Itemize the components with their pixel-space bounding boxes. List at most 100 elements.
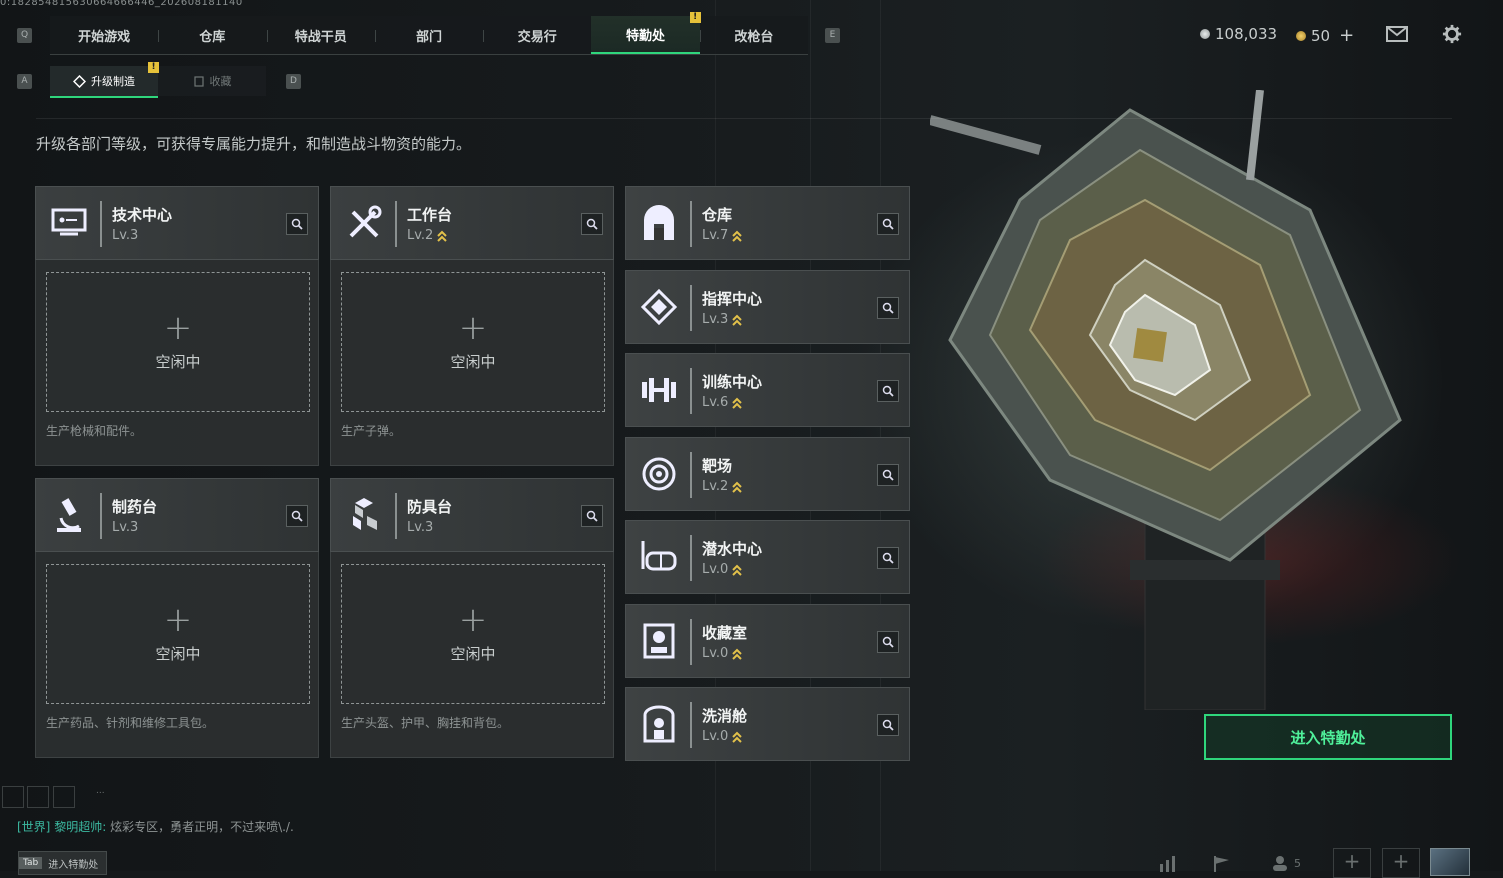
production-slot[interactable]: + 空闲中: [46, 564, 310, 704]
production-description: 生产子弹。: [341, 424, 402, 438]
top-nav: 开始游戏 仓库 特战干员 部门 交易行 特勤处 ! 改枪台: [50, 12, 808, 55]
mail-icon[interactable]: [1386, 24, 1408, 44]
department-level: Lv.0: [702, 729, 743, 744]
search-icon[interactable]: [877, 547, 899, 569]
department-level-value: Lv.0: [702, 729, 729, 744]
special-ops-cube-artwork: [930, 90, 1402, 710]
search-icon[interactable]: [877, 714, 899, 736]
slot-status: 空闲中: [155, 644, 201, 663]
avatar[interactable]: [1430, 848, 1470, 876]
search-icon[interactable]: [877, 631, 899, 653]
workstation-card-tech-center[interactable]: 技术中心 Lv.3: [35, 186, 319, 260]
slot-status: 空闲中: [155, 352, 201, 371]
add-slot-button[interactable]: +: [1382, 848, 1420, 878]
workstation-name: 工作台: [407, 206, 453, 224]
department-name: 指挥中心: [702, 290, 763, 308]
coins-value: 50: [1311, 26, 1331, 45]
production-description: 生产枪械和配件。: [46, 424, 143, 438]
workstation-name: 制药台: [112, 498, 158, 516]
divider: [36, 118, 1452, 119]
upgrade-craft-icon: [73, 74, 86, 88]
department-level: Lv.0: [702, 646, 743, 661]
department-level: Lv.3: [702, 312, 743, 327]
production-slot[interactable]: + 空闲中: [341, 564, 605, 704]
department-name: 收藏室: [702, 624, 748, 642]
upgrade-chevron-icon: [732, 397, 743, 409]
chat-channel: [世界]: [17, 820, 51, 834]
workstation-card-pharmacy[interactable]: 制药台 Lv.3: [35, 478, 319, 552]
credits-display: 108,033: [1200, 25, 1277, 43]
tab-gunsmith[interactable]: 改枪台: [699, 16, 808, 54]
search-icon[interactable]: [877, 380, 899, 402]
nav-next-key-hint: E: [825, 28, 840, 43]
search-icon[interactable]: [877, 464, 899, 486]
department-name: 仓库: [702, 206, 733, 224]
armor-cubes-icon: [343, 494, 385, 536]
subtab-collection[interactable]: 收藏: [158, 66, 266, 96]
separator: [395, 493, 397, 539]
department-card[interactable]: 靶场 Lv.2: [625, 437, 910, 511]
coins-display: 50 +: [1296, 25, 1354, 46]
department-card[interactable]: 收藏室 Lv.0: [625, 604, 910, 678]
tab-special-ops[interactable]: 特勤处 !: [591, 12, 701, 54]
subnav-next-key-hint: D: [286, 74, 301, 89]
computer-icon: [48, 202, 90, 244]
upgrade-chevron-icon: [732, 481, 743, 493]
enter-special-ops-button[interactable]: 进入特勤处: [1204, 714, 1452, 760]
production-slot[interactable]: + 空闲中: [341, 272, 605, 412]
department-card[interactable]: 仓库 Lv.7: [625, 186, 910, 260]
flag-icon[interactable]: [1212, 856, 1232, 872]
search-icon[interactable]: [877, 297, 899, 319]
separator: [690, 535, 692, 581]
tab-start-game[interactable]: 开始游戏: [50, 16, 158, 54]
department-name: 训练中心: [702, 373, 763, 391]
department-card[interactable]: 指挥中心 Lv.3: [625, 270, 910, 344]
display-case-icon: [638, 620, 680, 662]
add-icon: +: [163, 599, 193, 640]
chat-toggle-box[interactable]: [53, 786, 75, 808]
friends-display[interactable]: 5: [1272, 855, 1301, 871]
warning-badge: !: [148, 62, 159, 73]
tab-trading[interactable]: 交易行: [483, 16, 591, 54]
tab-warehouse[interactable]: 仓库: [158, 16, 266, 54]
settings-gear-icon[interactable]: [1441, 24, 1463, 44]
page-description: 升级各部门等级，可获得专属能力提升，和制造战斗物资的能力。: [36, 135, 472, 153]
tab-operators[interactable]: 特战干员: [266, 16, 375, 54]
vault-icon: [638, 202, 680, 244]
slot-status: 空闲中: [450, 352, 496, 371]
production-panel-workbench: + 空闲中 生产子弹。: [330, 260, 614, 466]
search-icon[interactable]: [581, 505, 603, 527]
search-icon[interactable]: [286, 505, 308, 527]
department-level: Lv.0: [702, 562, 743, 577]
workstation-level: Lv.3: [112, 228, 139, 243]
tab-departments[interactable]: 部门: [374, 16, 483, 54]
production-slot[interactable]: + 空闲中: [46, 272, 310, 412]
workstation-card-armor-bench[interactable]: 防具台 Lv.3: [330, 478, 614, 552]
chat-toggle-box[interactable]: [27, 786, 49, 808]
tab-special-ops-label: 特勤处: [626, 28, 666, 44]
subtab-collection-label: 收藏: [209, 75, 232, 88]
workstation-level: Lv.2: [407, 228, 448, 243]
search-icon[interactable]: [581, 213, 603, 235]
production-panel-armor-bench: + 空闲中 生产头盔、护甲、胸挂和背包。: [330, 552, 614, 758]
workstation-card-workbench[interactable]: 工作台 Lv.2: [330, 186, 614, 260]
chat-toggle-box[interactable]: [2, 786, 24, 808]
department-card[interactable]: 潜水中心 Lv.0: [625, 520, 910, 594]
department-level-value: Lv.3: [702, 312, 729, 327]
diving-mask-icon: [638, 536, 680, 578]
department-level-value: Lv.6: [702, 395, 729, 410]
department-card[interactable]: 训练中心 Lv.6: [625, 353, 910, 427]
separator: [690, 619, 692, 665]
add-coins-button[interactable]: +: [1339, 25, 1354, 46]
chat-line[interactable]: [世界] 黎明超帅: 炫彩专区，勇者正明，不过来喷\./.: [17, 818, 294, 835]
search-icon[interactable]: [286, 213, 308, 235]
subnav-prev-key-hint: A: [17, 74, 32, 89]
upgrade-chevron-icon: [732, 731, 743, 743]
department-card[interactable]: 洗消舱 Lv.0: [625, 687, 910, 761]
search-icon[interactable]: [877, 213, 899, 235]
subtab-upgrade-craft[interactable]: 升级制造 !: [50, 62, 159, 98]
department-level-value: Lv.2: [702, 479, 729, 494]
add-slot-button[interactable]: +: [1333, 848, 1371, 878]
tab-key-hint[interactable]: Tab 进入特勤处: [18, 851, 108, 875]
stats-bars-icon[interactable]: [1158, 856, 1180, 872]
